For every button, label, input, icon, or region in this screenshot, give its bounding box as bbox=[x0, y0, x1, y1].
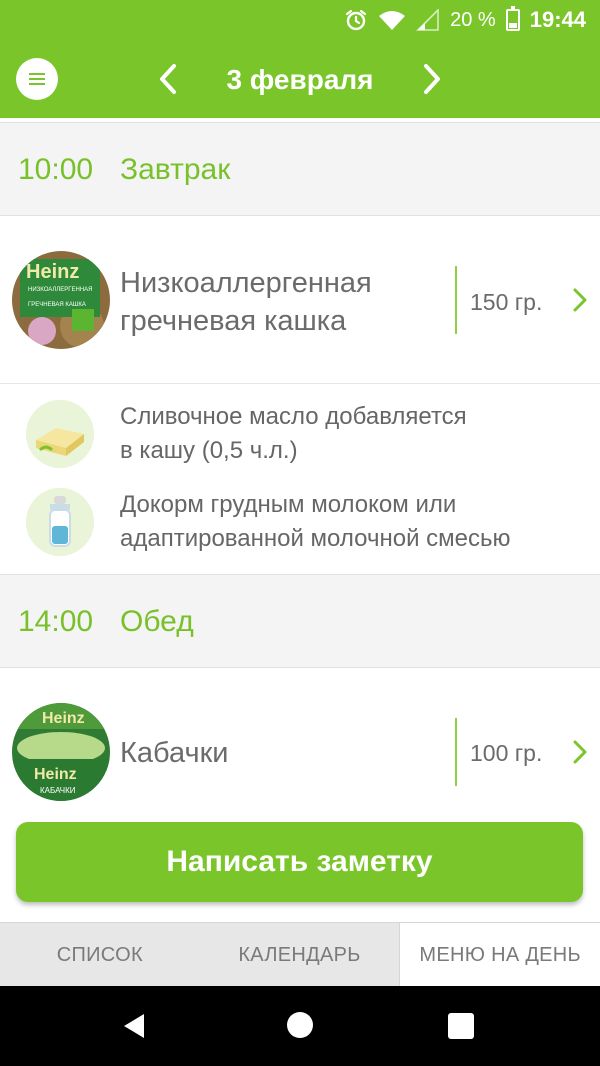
butter-icon bbox=[26, 400, 94, 468]
product-weight: 150 гр. bbox=[470, 289, 543, 315]
meal-title: Завтрак bbox=[120, 153, 231, 186]
product-name: Кабачки bbox=[120, 737, 229, 769]
package-brand-top: Heinz bbox=[42, 710, 85, 727]
meal-time: 14:00 bbox=[18, 605, 94, 638]
write-note-button[interactable]: Написать заметку bbox=[16, 822, 583, 902]
package-product: КАБАЧКИ bbox=[40, 786, 76, 795]
menu-icon-line bbox=[29, 83, 45, 85]
battery-percent: 20 % bbox=[450, 8, 496, 31]
package-brand: Heinz bbox=[26, 261, 79, 283]
menu-icon-line bbox=[29, 78, 45, 80]
product-name: Низкоаллергенная гречневая кашка bbox=[120, 264, 372, 340]
recent-apps-icon[interactable] bbox=[448, 1013, 474, 1039]
tip-line: адаптированной молочной смесью bbox=[120, 525, 511, 552]
tab-calendar[interactable]: КАЛЕНДАРЬ bbox=[200, 923, 400, 986]
date-title: 3 февраля bbox=[226, 64, 374, 95]
zucchini-puree-image: Heinz Heinz КАБАЧКИ bbox=[12, 703, 110, 801]
package-product: ГРЕЧНЕВАЯ КАШКА bbox=[28, 302, 86, 308]
tip-line: Докорм грудным молоком или bbox=[120, 491, 457, 518]
meal-time: 10:00 bbox=[18, 153, 94, 186]
wifi-icon bbox=[379, 11, 406, 30]
package-brand: Heinz bbox=[34, 766, 77, 783]
product-row-buckwheat[interactable]: Heinz НИЗКОАЛЛЕРГЕННАЯ ГРЕЧНЕВАЯ КАШКА Н… bbox=[0, 216, 600, 384]
product-name-line: Низкоаллергенная bbox=[120, 267, 372, 299]
meal-header-breakfast: 10:00 Завтрак bbox=[0, 122, 600, 216]
tab-daily-menu[interactable]: МЕНЮ НА ДЕНЬ bbox=[399, 923, 600, 986]
menu-button[interactable] bbox=[16, 58, 58, 100]
buckwheat-porridge-image: Heinz НИЗКОАЛЛЕРГЕННАЯ ГРЕЧНЕВАЯ КАШКА bbox=[12, 251, 110, 349]
tip-line: Сливочное масло добавляется bbox=[120, 403, 467, 430]
product-name-line: гречневая кашка bbox=[120, 305, 347, 337]
tip-line: в кашу (0,5 ч.л.) bbox=[120, 437, 298, 464]
home-icon[interactable] bbox=[287, 1012, 313, 1038]
clock: 19:44 bbox=[529, 7, 586, 32]
product-row-zucchini[interactable]: Heinz Heinz КАБАЧКИ Кабачки 100 гр. bbox=[0, 668, 600, 818]
product-weight: 100 гр. bbox=[470, 740, 543, 766]
chevron-right-icon[interactable] bbox=[570, 738, 590, 766]
status-bar: 20 % 19:44 bbox=[0, 0, 600, 40]
divider bbox=[455, 718, 457, 786]
app-bar: 3 февраля bbox=[0, 40, 600, 118]
battery-icon bbox=[505, 6, 520, 31]
tip-text: Сливочное масло добавляется в кашу (0,5 … bbox=[120, 400, 590, 468]
baby-bottle-icon bbox=[26, 488, 94, 556]
next-day-button[interactable] bbox=[414, 62, 448, 96]
back-icon[interactable] bbox=[120, 1012, 148, 1040]
divider bbox=[455, 266, 457, 334]
menu-icon bbox=[29, 73, 45, 75]
system-navigation-bar bbox=[0, 986, 600, 1066]
chevron-right-icon[interactable] bbox=[570, 286, 590, 314]
signal-icon bbox=[416, 9, 439, 31]
alarm-icon bbox=[346, 9, 367, 31]
status-icons: 20 % 19:44 bbox=[344, 6, 586, 34]
meal-header-lunch: 14:00 Обед bbox=[0, 574, 600, 668]
tip-text: Докорм грудным молоком или адаптированно… bbox=[120, 488, 590, 556]
tip-butter: Сливочное масло добавляется в кашу (0,5 … bbox=[0, 398, 600, 472]
package-caption: НИЗКОАЛЛЕРГЕННАЯ bbox=[28, 287, 93, 293]
bottom-tab-bar: СПИСОК КАЛЕНДАРЬ МЕНЮ НА ДЕНЬ bbox=[0, 922, 600, 986]
tip-milk: Докорм грудным молоком или адаптированно… bbox=[0, 486, 600, 560]
tab-list[interactable]: СПИСОК bbox=[0, 923, 200, 986]
meal-title: Обед bbox=[120, 605, 194, 638]
